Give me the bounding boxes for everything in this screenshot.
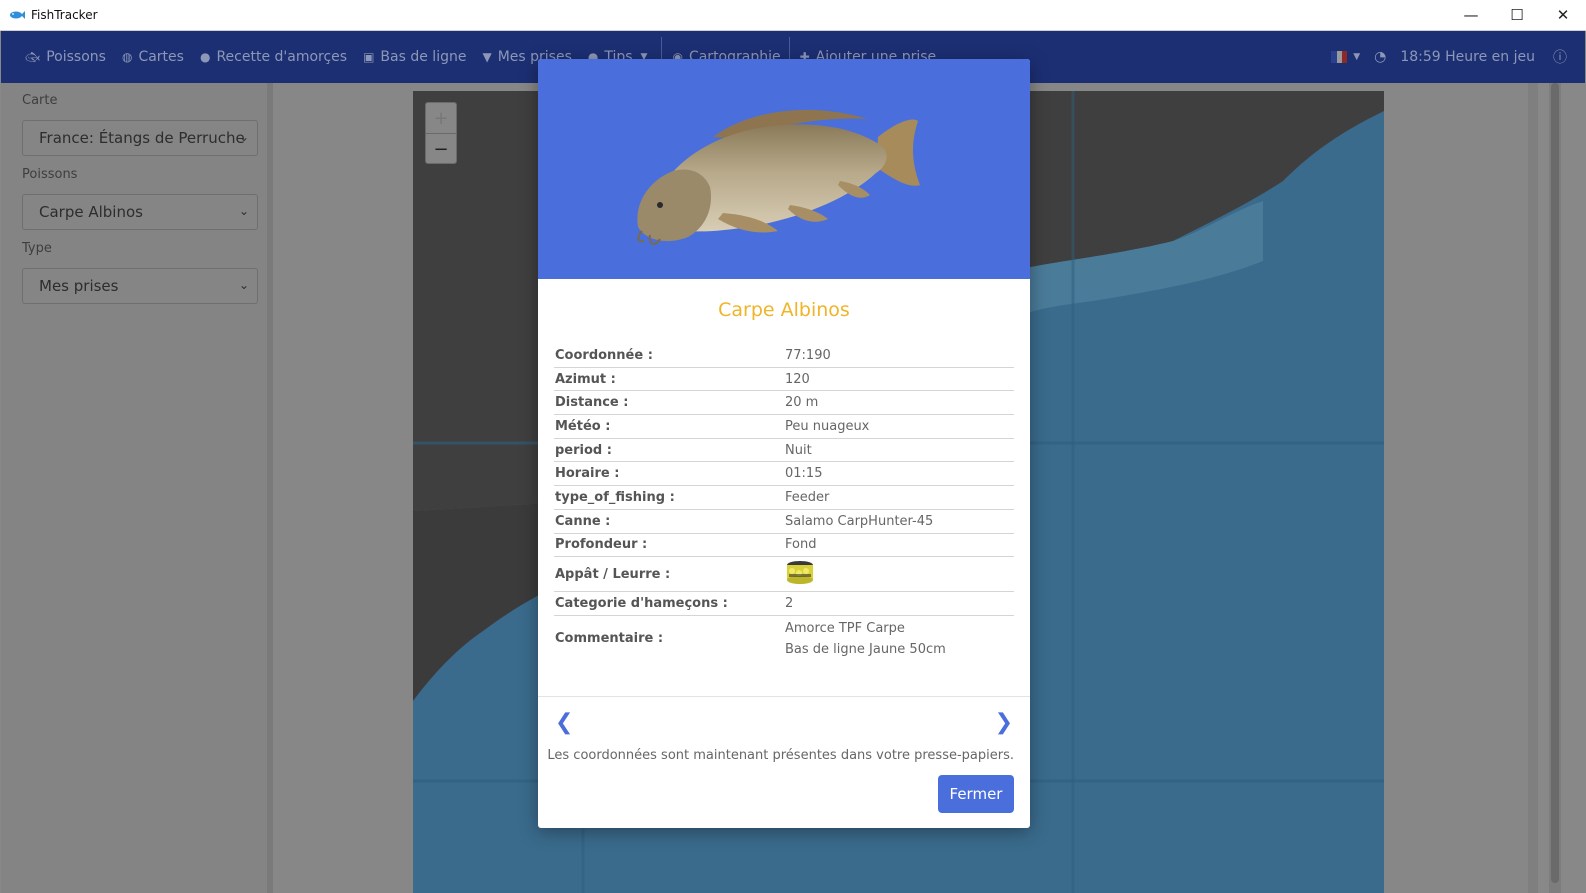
row-value: 20 m [784,390,1014,416]
trophy-icon: ▼ [482,50,492,64]
zoom-in-button[interactable]: + [426,103,456,134]
row-value: 120 [784,367,1014,392]
poissons-select-value: Carpe Albinos [39,203,143,221]
fermer-button[interactable]: Fermer [938,775,1014,813]
right-panel-edge [1528,83,1538,893]
row-key: Commentaire : [555,631,664,647]
maximize-button[interactable]: ☐ [1494,0,1540,30]
zoom-out-button[interactable]: − [426,134,456,164]
carte-label: Carte [22,93,58,108]
table-row: Commentaire : Amorce TPF Carpe Bas de li… [554,615,1014,662]
row-value: 01:15 [784,461,1014,487]
bait-cell [784,556,1014,593]
bait-jar-icon [787,561,813,585]
fish-image [538,59,1030,279]
row-value: Peu nuageux [784,414,1014,439]
row-key: Canne : [554,509,784,534]
row-key: Coordonnée : [554,344,784,368]
row-value: Fond [784,533,1014,558]
globe-icon: ◍ [121,50,133,64]
row-key: Profondeur : [554,533,784,558]
table-row: Azimut : 120 [554,367,1014,392]
map-zoom-control: + − [425,102,457,164]
table-row: Coordonnée : 77:190 [554,344,1014,368]
nav-bas-de-ligne-label: Bas de ligne [380,49,467,65]
carte-select-value: France: Étangs de Perruche [39,129,245,147]
chevron-down-icon: ⌄ [238,278,249,292]
poissons-select[interactable]: Carpe Albinos ⌄ [22,194,258,230]
row-key: Appât / Leurre : [554,556,784,593]
carp-illustration [637,109,920,245]
row-key: Distance : [554,390,784,416]
recipe-icon: ● [199,50,211,64]
clipboard-message: Les coordonnées sont maintenant présente… [547,748,1014,763]
tackle-icon: ▣ [363,50,375,64]
row-key: Azimut : [554,367,784,392]
table-row: Profondeur : Fond [554,533,1014,558]
coordinate-value[interactable]: 77:190 [784,344,1014,368]
chevron-right-icon[interactable]: ❯ [995,710,1013,735]
page-scrollbar[interactable] [1549,83,1561,893]
language-dropdown-chevron-icon[interactable]: ▼ [1353,52,1360,62]
row-value: 2 [784,591,1014,616]
minimize-button[interactable]: — [1448,0,1494,30]
table-row: Distance : 20 m [554,390,1014,416]
clock-icon: ◔ [1374,49,1387,65]
catch-details-table: Coordonnée : 77:190 Azimut : 120 Distanc… [554,344,1014,662]
nav-recette[interactable]: ● Recette d'amorçes [200,49,347,65]
table-row: Appât / Leurre : [554,556,1014,593]
catch-detail-modal: Carpe Albinos Coordonnée : 77:190 Azimut… [538,59,1030,828]
type-select-value: Mes prises [39,277,119,295]
nav-poissons-label: Poissons [46,49,106,65]
row-key: period : [554,438,784,463]
type-select[interactable]: Mes prises ⌄ [22,268,258,304]
table-row: Categorie d'hameçons : 2 [554,591,1014,616]
comment-line: Amorce TPF Carpe [785,620,905,636]
chevron-left-icon[interactable]: ❮ [555,710,573,735]
poissons-label: Poissons [22,167,78,182]
window-titlebar: FishTracker — ☐ ✕ [0,0,1586,31]
table-row: period : Nuit [554,438,1014,463]
table-row: Météo : Peu nuageux [554,414,1014,439]
fish-icon: 🐟︎ [25,50,41,64]
row-value: Salamo CarpHunter-45 [784,509,1014,534]
chevron-down-icon: ⌄ [238,130,249,144]
modal-footer-divider [538,696,1030,697]
fish-name-title: Carpe Albinos [718,299,850,321]
filter-sidebar: Carte France: Étangs de Perruche ⌄ Poiss… [1,83,267,893]
info-icon[interactable]: ⓘ [1553,47,1567,67]
type-label: Type [22,241,52,256]
game-time: 18:59 Heure en jeu [1400,49,1535,65]
row-value: Nuit [784,438,1014,463]
comment-value: Amorce TPF Carpe Bas de ligne Jaune 50cm [784,615,1014,662]
table-row: type_of_fishing : Feeder [554,485,1014,510]
chevron-down-icon: ⌄ [238,204,249,218]
carte-select[interactable]: France: Étangs de Perruche ⌄ [22,120,258,156]
close-window-button[interactable]: ✕ [1540,0,1586,30]
row-key: Météo : [554,414,784,439]
row-key: Horaire : [554,461,784,487]
fish-logo-icon [10,11,25,19]
row-value: Feeder [784,485,1014,510]
nav-cartes[interactable]: ◍ Cartes [122,49,184,65]
row-key: Categorie d'hameçons : [554,591,784,616]
table-row: Canne : Salamo CarpHunter-45 [554,509,1014,534]
comment-line: Bas de ligne Jaune 50cm [785,641,946,657]
nav-bas-de-ligne[interactable]: ▣ Bas de ligne [363,49,466,65]
row-key: type_of_fishing : [554,485,784,510]
french-flag-icon[interactable] [1331,51,1348,63]
window-title: FishTracker [31,8,98,22]
table-row: Horaire : 01:15 [554,461,1014,487]
nav-recette-label: Recette d'amorçes [216,49,348,65]
scrollbar-thumb[interactable] [1551,83,1559,883]
nav-cartes-label: Cartes [138,49,184,65]
nav-poissons[interactable]: 🐟︎ Poissons [25,49,106,65]
